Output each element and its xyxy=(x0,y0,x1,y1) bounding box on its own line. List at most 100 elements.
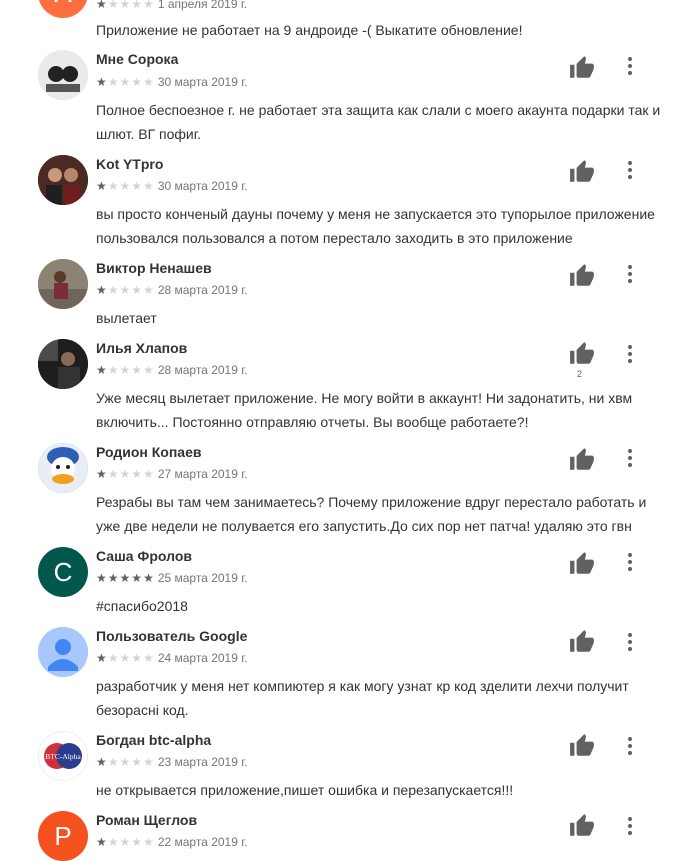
star-icon: ★ xyxy=(143,835,154,849)
star-icon: ★ xyxy=(96,755,107,769)
star-icon: ★ xyxy=(107,363,119,377)
star-icon: ★ xyxy=(96,75,107,89)
more-options-icon[interactable] xyxy=(620,550,640,574)
more-options-icon[interactable] xyxy=(620,158,640,182)
thumbs-up-icon[interactable] xyxy=(569,629,595,655)
review-date: 1 апреля 2019 г. xyxy=(157,0,248,11)
thumbs-up-icon[interactable] xyxy=(569,159,595,185)
default-user-icon xyxy=(38,627,88,677)
review-meta: ★ ★ ★ ★ ★ 24 марта 2019 г. xyxy=(96,650,248,666)
review-date: 27 марта 2019 г. xyxy=(157,467,248,481)
star-icon: ★ xyxy=(96,0,107,11)
reviewer-name: Роман Щеглов xyxy=(96,812,198,828)
avatar-image xyxy=(38,443,88,493)
more-options-icon[interactable] xyxy=(620,54,640,78)
star-icon: ★ xyxy=(143,755,154,769)
star-rating: ★ ★ ★ ★ ★ xyxy=(96,284,154,296)
review-meta: ★ ★ ★ ★ ★ 1 апреля 2019 г. xyxy=(96,0,247,12)
star-icon: ★ xyxy=(131,0,143,11)
more-options-icon[interactable] xyxy=(620,262,640,286)
review-date: 23 марта 2019 г. xyxy=(157,755,248,769)
thumbs-up-icon[interactable] xyxy=(569,733,595,759)
star-icon: ★ xyxy=(96,571,107,585)
star-icon: ★ xyxy=(131,835,143,849)
review-meta: ★ ★ ★ ★ ★ 27 марта 2019 г. xyxy=(96,466,248,482)
review-text: Уже месяц вылетает приложение. Не могу в… xyxy=(96,390,633,430)
avatar[interactable]: С xyxy=(38,547,88,597)
star-icon: ★ xyxy=(107,179,119,193)
star-icon: ★ xyxy=(107,571,119,585)
thumbs-up-icon[interactable] xyxy=(569,55,595,81)
star-icon: ★ xyxy=(119,363,131,377)
star-icon: ★ xyxy=(107,283,119,297)
thumbs-up-icon[interactable] xyxy=(569,551,595,577)
star-icon: ★ xyxy=(107,467,119,481)
review-date: 30 марта 2019 г. xyxy=(157,75,248,89)
more-options-icon[interactable] xyxy=(620,446,640,470)
star-icon: ★ xyxy=(119,467,131,481)
more-options-icon[interactable] xyxy=(620,342,640,366)
review-text: разработчик у меня нет компиютер я как м… xyxy=(96,678,629,718)
review-text: Резрабы вы там чем занимаетесь? Почему п… xyxy=(96,494,647,534)
review-text: не открывается приложение,пишет ошибка и… xyxy=(96,782,514,798)
avatar[interactable] xyxy=(38,443,88,493)
star-icon: ★ xyxy=(131,755,143,769)
thumbs-up-icon[interactable] xyxy=(569,447,595,473)
star-icon: ★ xyxy=(119,755,131,769)
review-text: #спасибо2018 xyxy=(96,598,188,614)
review-text: вылетает xyxy=(96,310,157,326)
star-icon: ★ xyxy=(96,363,107,377)
review-date: 30 марта 2019 г. xyxy=(157,179,248,193)
like-count: 2 xyxy=(577,369,583,379)
star-rating: ★ ★ ★ ★ ★ xyxy=(96,364,154,376)
avatar[interactable] xyxy=(38,50,88,100)
avatar-image xyxy=(38,155,88,205)
avatar-image xyxy=(38,50,88,100)
review-meta: ★ ★ ★ ★ ★ 23 марта 2019 г. xyxy=(96,754,248,770)
star-rating: ★ ★ ★ ★ ★ xyxy=(96,836,154,848)
more-options-icon[interactable] xyxy=(620,814,640,838)
star-icon: ★ xyxy=(143,179,154,193)
thumbs-up-icon[interactable] xyxy=(569,263,595,289)
star-icon: ★ xyxy=(143,0,154,11)
star-icon: ★ xyxy=(119,0,131,11)
star-icon: ★ xyxy=(119,651,131,665)
avatar-letter: А xyxy=(54,0,71,9)
star-icon: ★ xyxy=(119,283,131,297)
review-text: Приложение не работает на 9 андроиде -( … xyxy=(96,22,523,38)
reviewer-name: Саша Фролов xyxy=(96,548,192,564)
review-meta: ★ ★ ★ ★ ★ 22 марта 2019 г. xyxy=(96,834,248,850)
avatar[interactable] xyxy=(38,627,88,677)
more-options-icon[interactable] xyxy=(620,734,640,758)
avatar[interactable] xyxy=(38,339,88,389)
star-icon: ★ xyxy=(96,651,107,665)
star-icon: ★ xyxy=(119,75,131,89)
star-icon: ★ xyxy=(96,835,107,849)
avatar[interactable]: А xyxy=(38,0,88,18)
thumbs-up-icon[interactable] xyxy=(569,341,595,367)
star-icon: ★ xyxy=(131,571,143,585)
avatar[interactable]: Р xyxy=(38,811,88,861)
avatar[interactable] xyxy=(38,259,88,309)
star-icon: ★ xyxy=(119,179,131,193)
avatar-image xyxy=(38,339,88,389)
star-icon: ★ xyxy=(119,835,131,849)
more-options-icon[interactable] xyxy=(620,630,640,654)
star-icon: ★ xyxy=(143,363,154,377)
star-icon: ★ xyxy=(96,283,107,297)
review-date: 25 марта 2019 г. xyxy=(157,571,248,585)
review-date: 28 марта 2019 г. xyxy=(157,283,248,297)
star-icon: ★ xyxy=(107,651,119,665)
star-icon: ★ xyxy=(143,283,154,297)
btc-alpha-logo-text: BTC-Alpha xyxy=(45,752,81,761)
avatar[interactable] xyxy=(38,155,88,205)
avatar[interactable]: BTC-Alpha xyxy=(38,731,88,781)
review-text: Полное беспоезное г. не работает эта защ… xyxy=(96,102,661,142)
reviewer-name: Илья Хлапов xyxy=(96,340,188,356)
reviewer-name: Мне Сорока xyxy=(96,51,179,67)
reviewer-name: Пользователь Google xyxy=(96,628,248,644)
star-icon: ★ xyxy=(107,755,119,769)
star-rating: ★ ★ ★ ★ ★ xyxy=(96,180,154,192)
thumbs-up-icon[interactable] xyxy=(569,813,595,839)
star-icon: ★ xyxy=(131,467,143,481)
